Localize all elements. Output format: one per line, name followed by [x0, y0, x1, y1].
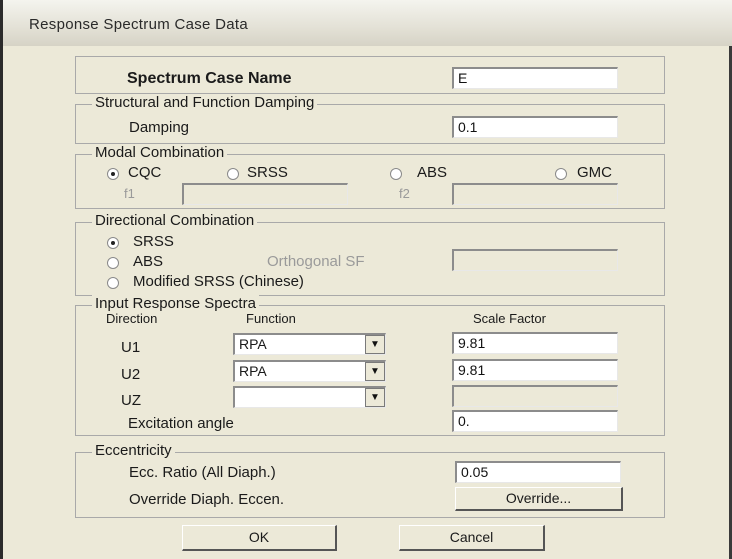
modal-group-title: Modal Combination	[92, 144, 228, 161]
title-bar[interactable]: Response Spectrum Case Data	[3, 0, 732, 46]
function-uz-select[interactable]: ▼	[233, 386, 386, 408]
case-name-label: Spectrum Case Name	[127, 70, 292, 87]
direction-u1-label: U1	[121, 339, 141, 356]
direction-col-header: Direction	[106, 311, 158, 326]
window-title: Response Spectrum Case Data	[29, 16, 249, 33]
case-name-input[interactable]: E	[452, 67, 618, 89]
f1-input[interactable]	[182, 183, 348, 205]
excitation-angle-input[interactable]: 0.	[452, 410, 618, 432]
dialog-window: Response Spectrum Case Data Spectrum Cas…	[0, 0, 732, 559]
dir-abs-label: ABS	[133, 253, 164, 270]
ecc-ratio-input[interactable]: 0.05	[455, 461, 621, 483]
direction-u2-label: U2	[121, 366, 141, 383]
damping-input[interactable]: 0.1	[452, 116, 618, 138]
chevron-down-icon[interactable]: ▼	[365, 362, 385, 381]
dialog-body: Spectrum Case Name E Structural and Func…	[28, 46, 718, 559]
excitation-angle-label: Excitation angle	[128, 415, 234, 432]
input-group-title: Input Response Spectra	[92, 295, 259, 312]
directional-group-title: Directional Combination	[92, 212, 258, 229]
modal-abs-radio[interactable]	[390, 168, 402, 180]
ecc-ratio-label: Ecc. Ratio (All Diaph.)	[129, 464, 276, 481]
cancel-button[interactable]: Cancel	[399, 525, 545, 551]
scale-u1-input[interactable]: 9.81	[452, 332, 618, 354]
dir-abs-radio[interactable]	[107, 257, 119, 269]
f2-input[interactable]	[452, 183, 618, 205]
modal-cqc-radio[interactable]	[107, 168, 119, 180]
function-u1-select[interactable]: RPA ▼	[233, 333, 386, 355]
scale-col-header: Scale Factor	[473, 311, 546, 326]
function-u2-value: RPA	[239, 363, 267, 379]
modal-abs-label: ABS	[417, 164, 448, 181]
f1-label: f1	[124, 186, 135, 201]
dir-modified-srss-radio[interactable]	[107, 277, 119, 289]
chevron-down-icon[interactable]: ▼	[365, 335, 385, 354]
orthogonal-sf-input[interactable]	[452, 249, 618, 271]
scale-uz-input[interactable]	[452, 385, 618, 407]
direction-uz-label: UZ	[121, 392, 141, 409]
modal-gmc-radio[interactable]	[555, 168, 567, 180]
scale-u2-input[interactable]: 9.81	[452, 359, 618, 381]
damping-group-title: Structural and Function Damping	[92, 94, 318, 111]
function-col-header: Function	[246, 311, 296, 326]
modal-gmc-label: GMC	[577, 164, 612, 181]
damping-label: Damping	[129, 119, 190, 136]
dir-modified-srss-label: Modified SRSS (Chinese)	[133, 273, 304, 290]
override-button[interactable]: Override...	[455, 487, 623, 511]
dir-srss-radio[interactable]	[107, 237, 119, 249]
modal-srss-radio[interactable]	[227, 168, 239, 180]
eccentricity-group-title: Eccentricity	[92, 442, 175, 459]
ok-button[interactable]: OK	[182, 525, 337, 551]
dir-srss-label: SRSS	[133, 233, 174, 250]
function-u1-value: RPA	[239, 336, 267, 352]
orthogonal-sf-label: Orthogonal SF	[267, 253, 365, 270]
override-diaph-label: Override Diaph. Eccen.	[129, 491, 285, 508]
function-u2-select[interactable]: RPA ▼	[233, 360, 386, 382]
modal-cqc-label: CQC	[128, 164, 162, 181]
modal-srss-label: SRSS	[247, 164, 288, 181]
f2-label: f2	[399, 186, 410, 201]
chevron-down-icon[interactable]: ▼	[365, 388, 385, 407]
